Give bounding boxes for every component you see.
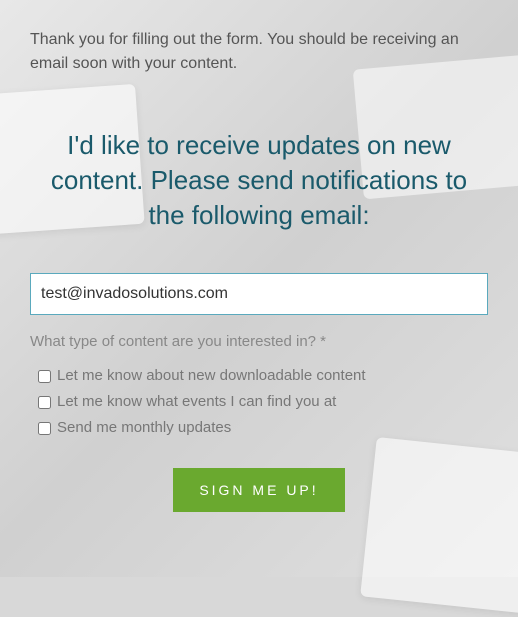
checkbox-monthly[interactable]	[38, 422, 51, 435]
form-container: Thank you for filling out the form. You …	[0, 0, 518, 542]
sign-up-button[interactable]: SIGN ME UP!	[173, 468, 344, 512]
option-events[interactable]: Let me know what events I can find you a…	[38, 390, 488, 414]
checkbox-events[interactable]	[38, 396, 51, 409]
option-label: Send me monthly updates	[57, 416, 231, 440]
option-label: Let me know about new downloadable conte…	[57, 364, 366, 388]
option-downloadable[interactable]: Let me know about new downloadable conte…	[38, 364, 488, 388]
email-field[interactable]	[30, 273, 488, 315]
submit-row: SIGN ME UP!	[30, 468, 488, 512]
subscribe-headline: I'd like to receive updates on new conte…	[30, 128, 488, 233]
checkbox-downloadable[interactable]	[38, 370, 51, 383]
content-type-question: What type of content are you interested …	[30, 333, 488, 350]
option-label: Let me know what events I can find you a…	[57, 390, 336, 414]
thank-you-message: Thank you for filling out the form. You …	[30, 28, 488, 76]
option-monthly[interactable]: Send me monthly updates	[38, 416, 488, 440]
options-group: Let me know about new downloadable conte…	[30, 364, 488, 440]
